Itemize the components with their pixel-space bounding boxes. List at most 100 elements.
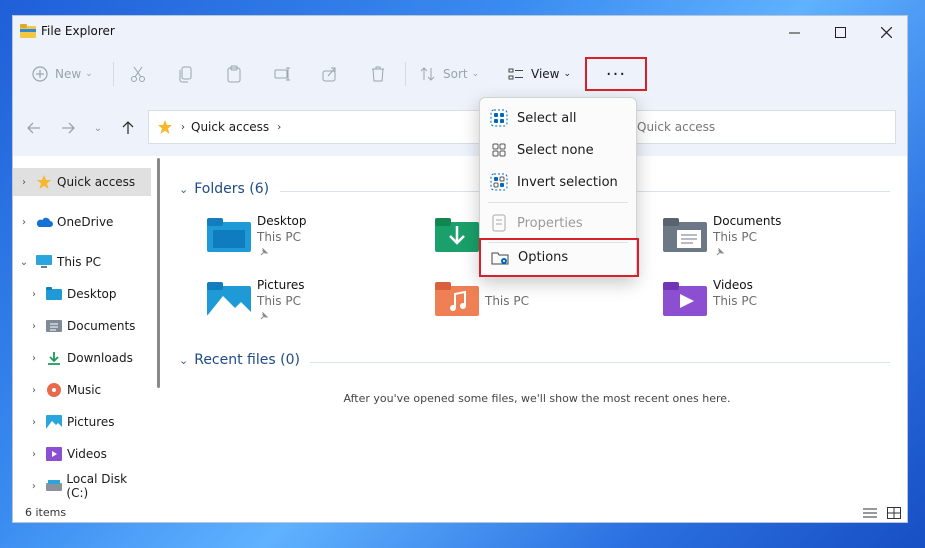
forward-button[interactable] [59,119,77,137]
star-icon [35,174,53,190]
chevron-right-icon: › [32,448,36,460]
chevron-down-icon: ⌄ [563,69,572,79]
monitor-icon [35,254,53,270]
recent-locations-button[interactable]: ⌄ [89,119,107,137]
folder-tile-desktop[interactable]: Desktop This PC [207,214,407,266]
ellipsis-icon: ··· [605,63,627,85]
see-more-menu: Select all Select none Invert selection … [479,97,639,277]
folder-location: This PC [713,230,757,244]
share-button[interactable] [321,58,339,90]
documents-folder-icon [663,218,707,252]
chevron-down-icon: ⌄ [179,353,189,367]
sidebar-item-downloads[interactable]: › Downloads [13,344,151,372]
sidebar-item-documents[interactable]: › Documents [13,312,151,340]
music-icon [45,382,63,398]
folder-tile-pictures[interactable]: Pictures This PC [207,278,407,330]
chevron-right-icon: › [32,384,36,396]
minimize-icon [788,32,800,33]
item-count: 6 items [25,506,67,519]
menu-item-select-all[interactable]: Select all [480,102,636,134]
sidebar-item-label: This PC [57,255,101,269]
details-view-icon[interactable] [863,507,877,519]
menu-item-invert-selection[interactable]: Invert selection [480,166,636,198]
chevron-right-icon: › [22,216,26,228]
breadcrumb-quick-access[interactable]: Quick access [191,120,269,134]
folder-icon [20,24,36,38]
pin-icon [716,247,725,256]
menu-item-options[interactable]: Options [479,238,639,277]
copy-button[interactable] [177,58,195,90]
menu-item-select-none[interactable]: Select none [480,134,636,166]
rename-icon [274,67,290,81]
paste-button[interactable] [225,58,243,90]
clipboard-icon [227,65,241,83]
chevron-down-icon: ⌄ [85,69,93,79]
delete-button[interactable] [369,58,387,90]
sidebar-item-local-disk[interactable]: › Local Disk (C:) [13,472,151,500]
sidebar-item-label: Music [67,383,102,397]
sidebar-scrollbar[interactable] [157,158,161,502]
folder-name: Pictures [257,278,305,292]
up-button[interactable] [119,119,137,137]
close-icon [880,26,892,38]
menu-divider [488,202,628,203]
arrow-up-icon [122,121,134,134]
minimize-button[interactable] [771,16,817,48]
pin-icon [260,311,269,320]
folder-tile-documents[interactable]: Documents This PC [663,214,863,266]
sidebar-item-this-pc[interactable]: ⌄ This PC [13,248,151,276]
videos-icon [45,446,63,462]
folders-section-header[interactable]: ⌄ Folders (6) [179,181,269,197]
window-title: File Explorer [41,24,115,38]
sidebar-item-onedrive[interactable]: › OneDrive [13,208,151,236]
pin-icon [260,247,269,256]
chevron-right-icon: › [277,121,282,133]
view-icon [508,68,523,80]
folder-tile-music[interactable]: This PC [435,278,635,330]
sidebar-item-videos[interactable]: › Videos [13,440,151,468]
trash-icon [372,66,384,82]
pictures-folder-icon [207,282,251,316]
file-explorer-window: File Explorer New ⌄ Sort ⌄ View ⌄ ··· ⌄ … [12,15,908,523]
search-placeholder: Quick access [637,120,716,134]
sidebar-item-pictures[interactable]: › Pictures [13,408,151,436]
properties-icon [489,213,509,233]
sidebar-item-label: Documents [67,319,136,333]
sidebar-item-label: Local Disk (C:) [66,472,128,500]
see-more-button[interactable]: ··· [585,57,647,91]
sidebar-item-label: Pictures [67,415,115,429]
sidebar-item-music[interactable]: › Music [13,376,151,404]
sidebar-item-label: Videos [67,447,107,461]
menu-item-label: Select all [517,110,577,126]
tiles-view-icon[interactable] [887,507,901,519]
scrollbar-thumb[interactable] [157,158,160,388]
close-button[interactable] [863,16,907,48]
recent-heading: Recent files (0) [194,352,300,368]
sidebar-item-quick-access[interactable]: › Quick access [13,168,151,196]
menu-item-label: Properties [517,215,583,231]
documents-folder-icon [45,318,63,334]
chevron-right-icon: › [32,352,36,364]
back-button[interactable] [25,119,43,137]
maximize-button[interactable] [817,16,863,48]
navigation-bar: ⌄ › Quick access › Quick access [13,100,907,156]
sidebar-item-label: Downloads [67,351,133,365]
folder-location: This PC [713,294,757,308]
chevron-down-icon: ⌄ [179,182,189,196]
sort-button[interactable]: Sort ⌄ [419,58,479,90]
select-none-icon [489,140,509,160]
copy-icon [179,66,192,83]
sort-label: Sort [443,67,468,81]
search-box[interactable]: Quick access [630,110,896,144]
chevron-right-icon: › [31,480,36,492]
menu-item-label: Invert selection [517,174,618,190]
folder-tile-videos[interactable]: Videos This PC [663,278,863,330]
menu-item-properties[interactable]: Properties [480,207,636,239]
sidebar-item-label: Desktop [67,287,117,301]
cut-button[interactable] [129,58,147,90]
view-button[interactable]: View ⌄ [507,58,571,90]
new-button[interactable]: New ⌄ [31,58,93,90]
rename-button[interactable] [273,58,291,90]
recent-files-section-header[interactable]: ⌄ Recent files (0) [179,352,300,368]
sidebar-item-desktop[interactable]: › Desktop [13,280,151,308]
